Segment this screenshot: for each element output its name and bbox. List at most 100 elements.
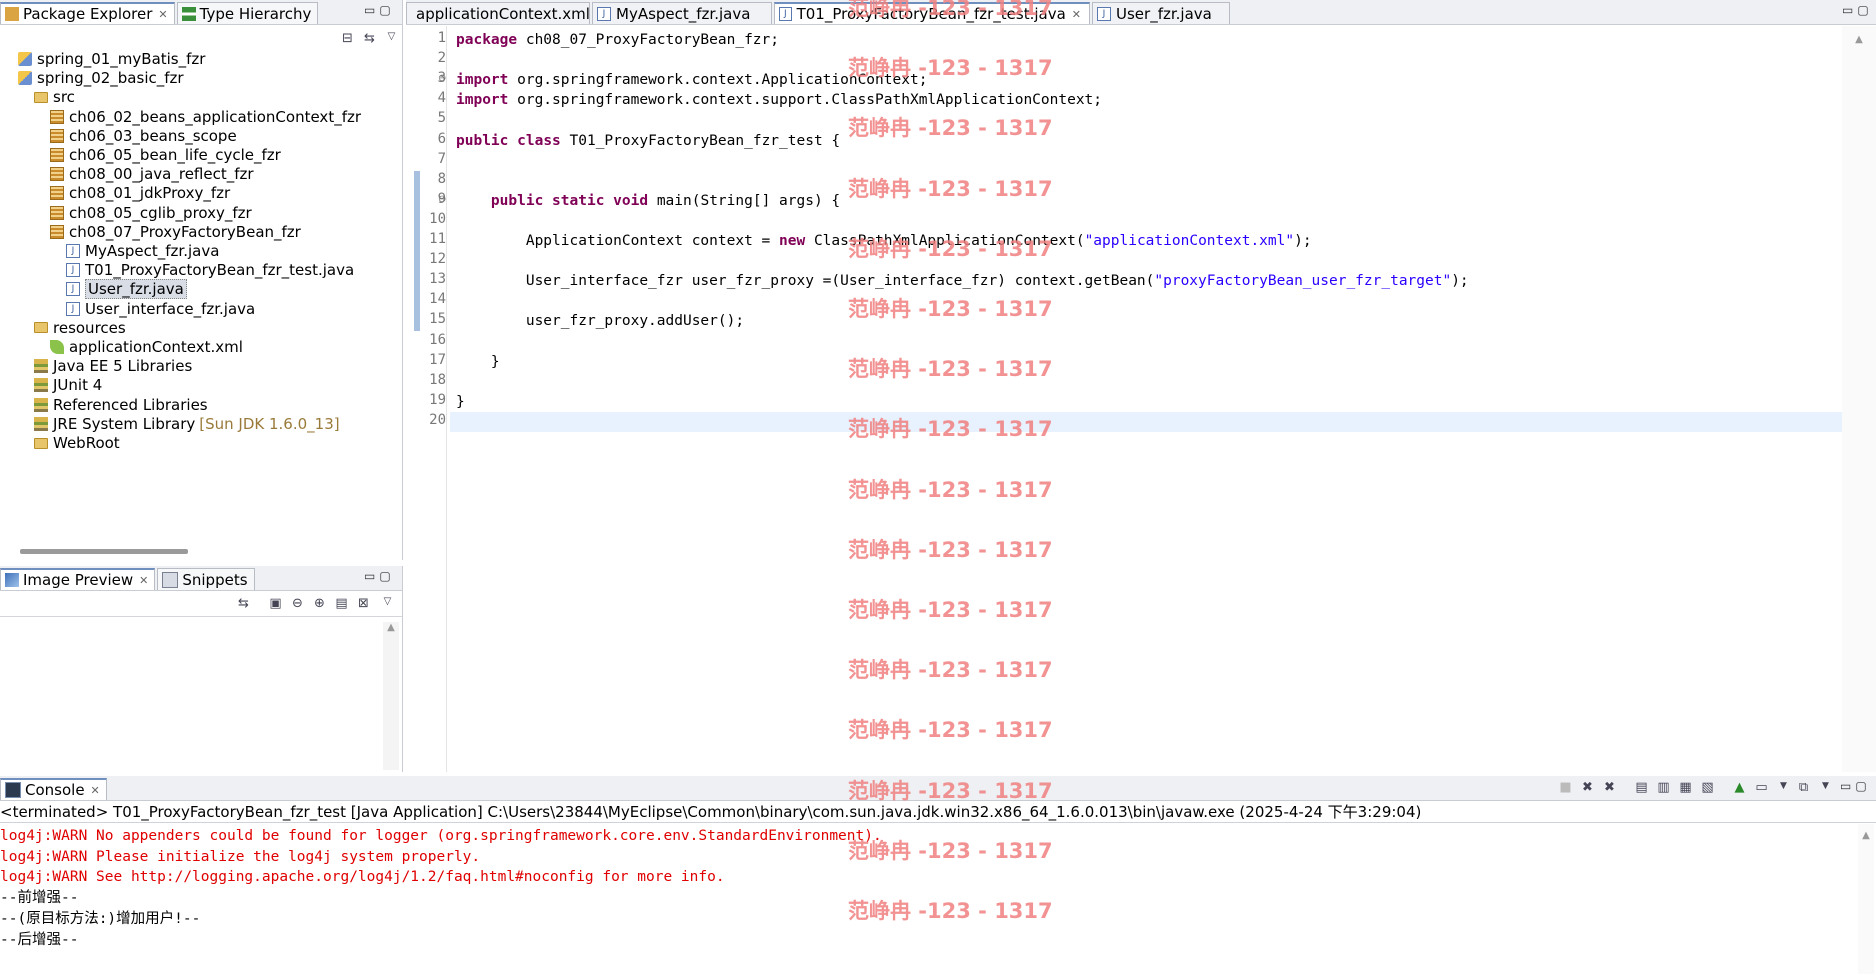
java-file-icon: J	[66, 282, 80, 297]
clear-console-icon[interactable]: ▤	[1634, 780, 1649, 795]
tab-package-explorer[interactable]: Package Explorer ✕	[0, 2, 175, 24]
editor-tab[interactable]: J User_fzr.java	[1092, 2, 1230, 24]
keyword-token: static	[552, 192, 605, 209]
scroll-up-icon[interactable]: ▲	[1842, 34, 1876, 45]
watermark-text: 范峥冉 -123 - 1317	[848, 899, 1053, 923]
watermark-text: 范峥冉 -123 - 1317	[848, 537, 1053, 562]
tab-label: Image Preview	[23, 571, 134, 589]
terminate-icon[interactable]: ■	[1558, 780, 1573, 795]
collapse-all-icon[interactable]: ⊟	[340, 31, 355, 46]
code-line[interactable]: import org.springframework.context.suppo…	[456, 90, 1102, 110]
minimize-maximize-buttons[interactable]: ▭▢	[364, 3, 395, 17]
show-on-output-icon[interactable]: ▦	[1678, 780, 1693, 795]
tree-item-label: User_interface_fzr.java	[85, 299, 256, 318]
code-line[interactable]: public static void main(String[] args) {	[456, 191, 840, 211]
scroll-lock-icon[interactable]: ▥	[1656, 780, 1671, 795]
code-line[interactable]: User_interface_fzr user_fzr_proxy =(User…	[456, 271, 1469, 291]
minimize-maximize-buttons[interactable]: ▭▢	[1842, 3, 1873, 17]
code-text-area[interactable]: package ch08_07_ProxyFactoryBean_fzr;imp…	[450, 26, 1840, 772]
console-line: --(原目标方法:)增加用户!--	[0, 910, 201, 927]
remove-launch-icon[interactable]: ✖	[1580, 780, 1595, 795]
close-icon[interactable]: ✕	[91, 784, 100, 797]
tab-snippets[interactable]: Snippets	[157, 568, 255, 590]
watermark-text: 范峥冉 -123 - 1317	[848, 176, 1053, 201]
line-number: 4	[437, 90, 446, 107]
keyword-token: public	[456, 132, 509, 149]
fit-image-icon[interactable]: ▣	[268, 596, 283, 611]
watermark-text: 范峥冉 -123 - 1317	[848, 116, 1053, 141]
project-icon	[18, 52, 32, 66]
link-with-editor-icon[interactable]: ⇆	[362, 31, 377, 46]
keyword-token: import	[456, 92, 509, 109]
minimize-maximize-buttons[interactable]: ▭▢	[364, 569, 395, 583]
view-menu-icon[interactable]: ▽	[380, 594, 395, 609]
vertical-scrollbar[interactable]: ▲	[1858, 824, 1874, 974]
zoom-in-icon[interactable]: ⊕	[312, 596, 327, 611]
scroll-up-icon[interactable]: ▲	[1858, 830, 1874, 841]
code-token: }	[456, 393, 465, 410]
fit-window-icon[interactable]: ⊠	[356, 596, 371, 611]
tree-item[interactable]: WebRoot	[34, 432, 120, 454]
watermark-text: 范峥冉 -123 - 1317	[848, 718, 1053, 743]
code-token: ApplicationContext context =	[456, 233, 780, 249]
tree-item-label: ch08_07_ProxyFactoryBean_fzr	[69, 222, 301, 241]
tab-image-preview[interactable]: Image Preview ✕	[0, 568, 156, 590]
java-file-icon: J	[66, 301, 80, 316]
tab-console[interactable]: Console ✕	[0, 778, 107, 800]
horizontal-scrollbar[interactable]	[20, 549, 188, 554]
code-token: }	[456, 353, 500, 370]
editor-overview-ruler[interactable]: ▲	[1842, 26, 1876, 772]
close-icon[interactable]: ✕	[1072, 8, 1081, 21]
vertical-scrollbar[interactable]: ▲	[383, 622, 399, 770]
tree-item-label: ch08_05_cglib_proxy_fzr	[69, 203, 252, 222]
line-number: 19	[429, 391, 446, 408]
close-icon[interactable]: ✕	[158, 8, 167, 21]
tree-item-label: ch06_02_beans_applicationContext_fzr	[69, 107, 362, 126]
tree-item-label: applicationContext.xml	[69, 338, 243, 356]
close-icon[interactable]: ✕	[139, 574, 148, 587]
hierarchy-icon	[181, 6, 196, 21]
editor-tab[interactable]: J MyAspect_fzr.java	[592, 2, 772, 24]
editor-tab[interactable]: applicationContext.xml	[406, 2, 590, 24]
view-menu-icon[interactable]: ▽	[384, 29, 399, 44]
snippets-icon	[162, 571, 179, 588]
code-token: T01_ProxyFactoryBean_fzr_test {	[560, 132, 841, 149]
console-line: log4j:WARN See http://logging.apache.org…	[0, 869, 725, 886]
project-icon	[18, 71, 32, 86]
code-line[interactable]: public class T01_ProxyFactoryBean_fzr_te…	[456, 131, 840, 151]
keyword-token: new	[779, 233, 806, 249]
display-console-dropdown-icon[interactable]: ▼	[1776, 779, 1791, 794]
scroll-up-icon[interactable]: ▲	[383, 622, 399, 633]
editor-tabbar: applicationContext.xml J MyAspect_fzr.java…	[406, 0, 1876, 25]
package-icon	[50, 109, 64, 124]
zoom-out-icon[interactable]: ⊖	[290, 596, 305, 611]
java-file-icon: J	[1097, 6, 1111, 21]
code-line[interactable]: user_fzr_proxy.addUser();	[456, 311, 744, 331]
fold-toggle-icon[interactable]: ⊖	[438, 73, 446, 84]
code-line[interactable]: }	[456, 352, 500, 372]
code-line[interactable]: }	[456, 392, 465, 412]
open-console-dropdown-icon[interactable]: ▼	[1818, 779, 1833, 794]
tree-item-label: spring_02_basic_fzr	[37, 69, 184, 88]
display-console-icon[interactable]: ▭	[1754, 780, 1769, 795]
line-number: 5	[437, 110, 446, 127]
tree-item-label: Java EE 5 Libraries	[53, 357, 193, 376]
watermark-text: 范峥冉 -123 - 1317	[848, 297, 1053, 321]
console-line: --后增强--	[0, 931, 79, 948]
watermark-text: 范峥冉 -123 - 1317	[848, 56, 1053, 81]
code-line[interactable]: package ch08_07_ProxyFactoryBean_fzr;	[456, 30, 779, 50]
minimize-maximize-buttons[interactable]: ▭▢	[1840, 779, 1871, 793]
tab-type-hierarchy[interactable]: Type Hierarchy	[176, 2, 319, 24]
refresh-icon[interactable]: ⇆	[236, 596, 251, 611]
watermark-text: 范峥冉 -123 - 1317	[848, 417, 1053, 442]
line-number: 20	[429, 411, 446, 428]
tree-item-label: T01_ProxyFactoryBean_fzr_test.java	[85, 261, 355, 280]
library-icon	[34, 378, 48, 393]
show-on-error-icon[interactable]: ▧	[1700, 780, 1715, 795]
fold-toggle-icon[interactable]: ⊖	[438, 194, 446, 205]
code-token: ch08_07_ProxyFactoryBean_fzr;	[517, 32, 780, 48]
actual-size-icon[interactable]: ▤	[334, 596, 349, 611]
open-console-icon[interactable]: ⧉	[1796, 780, 1811, 795]
remove-all-terminated-icon[interactable]: ✖	[1602, 780, 1617, 795]
pin-console-icon[interactable]: ▲	[1732, 780, 1747, 795]
